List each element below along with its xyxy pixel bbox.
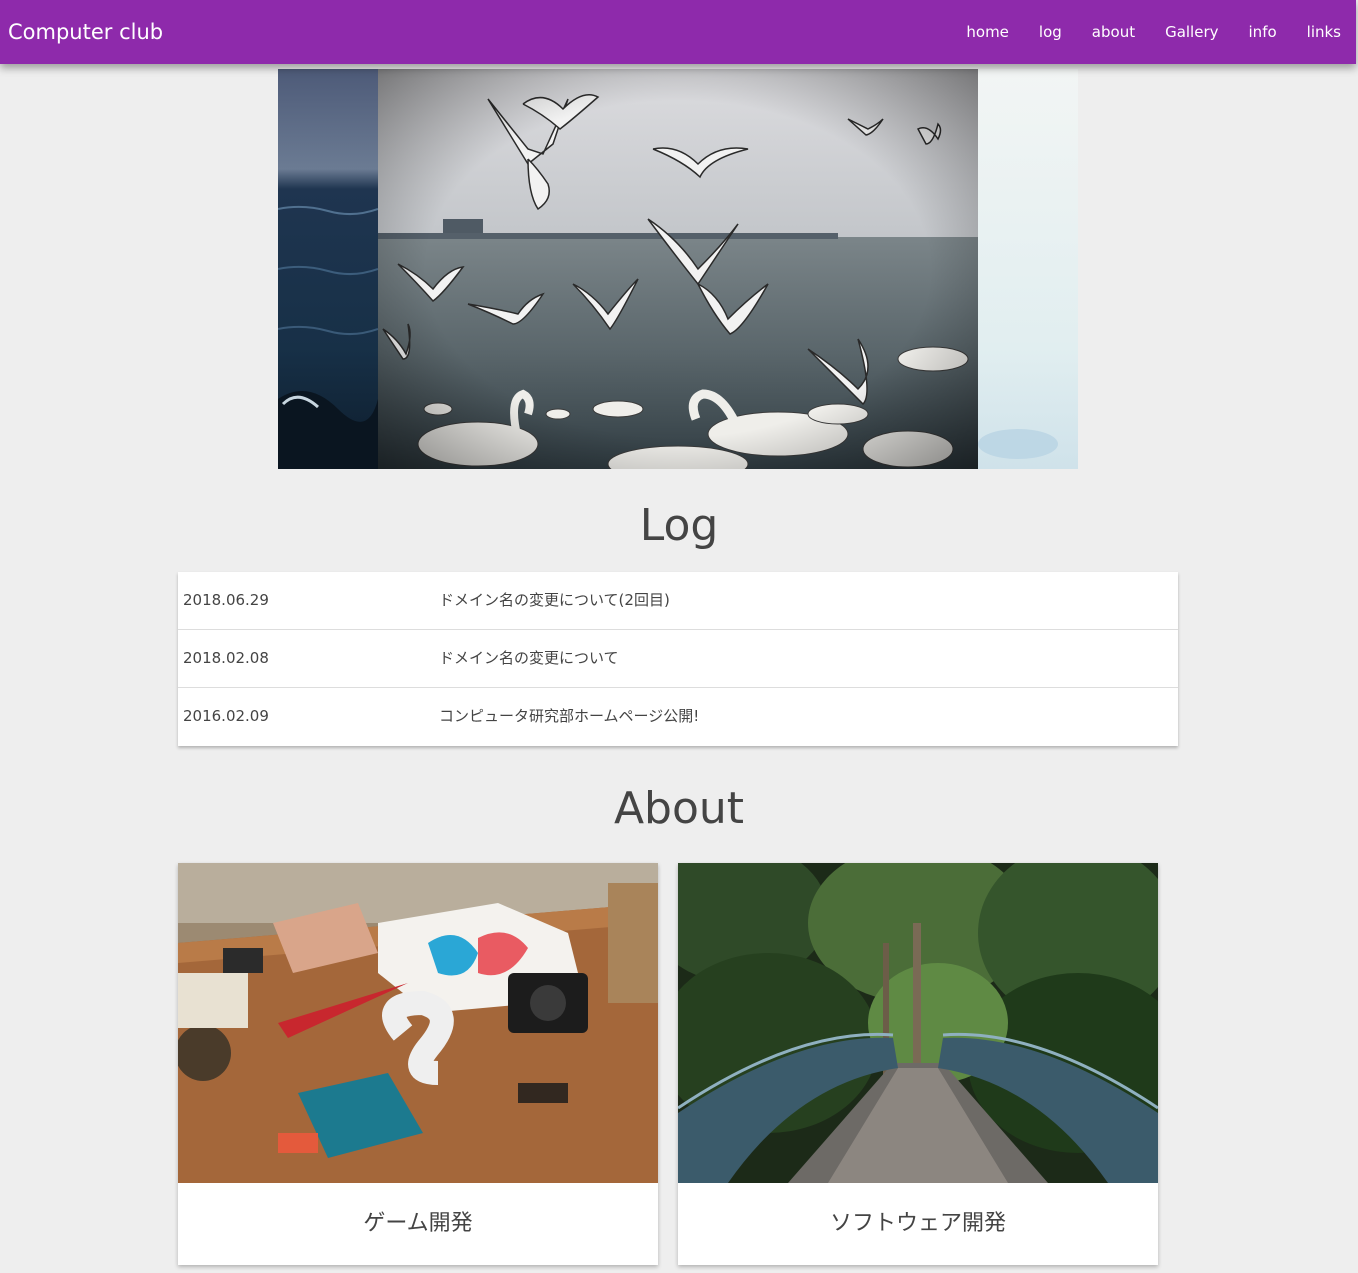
- log-date: 2018.06.29: [183, 591, 269, 609]
- card-title: ソフトウェア開発: [829, 1211, 1006, 1236]
- brand-logo[interactable]: Computer club: [8, 18, 163, 46]
- carousel-active-slide[interactable]: [378, 69, 978, 469]
- about-card-game-dev[interactable]: ゲーム開発: [178, 863, 658, 1265]
- nav-link-about[interactable]: about: [1077, 0, 1150, 64]
- log-row[interactable]: 2018.02.08 ドメイン名の変更について: [178, 630, 1178, 688]
- nav-link-gallery[interactable]: Gallery: [1150, 0, 1233, 64]
- navbar: Computer club home log about Gallery inf…: [0, 0, 1356, 64]
- carousel-next-slide[interactable]: [978, 69, 1078, 469]
- nav-link-log[interactable]: log: [1024, 0, 1077, 64]
- software-dev-image: [678, 863, 1158, 1183]
- carousel-prev-slide[interactable]: [278, 69, 378, 469]
- nav-link-home[interactable]: home: [951, 0, 1024, 64]
- log-entry-link[interactable]: コンピュータ研究部ホームページ公開!: [439, 688, 699, 745]
- log-table: 2018.06.29 ドメイン名の変更について(2回目) 2018.02.08 …: [178, 572, 1178, 746]
- log-date: 2018.02.08: [183, 649, 269, 667]
- log-entry-link[interactable]: ドメイン名の変更について(2回目): [439, 572, 670, 629]
- log-entry-link[interactable]: ドメイン名の変更について: [439, 630, 619, 687]
- log-row[interactable]: 2018.06.29 ドメイン名の変更について(2回目): [178, 572, 1178, 630]
- nav-links: home log about Gallery info links: [951, 0, 1356, 64]
- log-row[interactable]: 2016.02.09 コンピュータ研究部ホームページ公開!: [178, 688, 1178, 746]
- about-section-title: About: [613, 783, 745, 834]
- log-section-title: Log: [639, 500, 719, 551]
- about-card-software-dev[interactable]: ソフトウェア開発: [678, 863, 1158, 1265]
- card-title: ゲーム開発: [363, 1211, 473, 1236]
- game-dev-image: [178, 863, 658, 1183]
- log-date: 2016.02.09: [183, 707, 269, 725]
- nav-link-links[interactable]: links: [1292, 0, 1356, 64]
- nav-link-info[interactable]: info: [1234, 0, 1292, 64]
- image-carousel[interactable]: [278, 69, 1078, 469]
